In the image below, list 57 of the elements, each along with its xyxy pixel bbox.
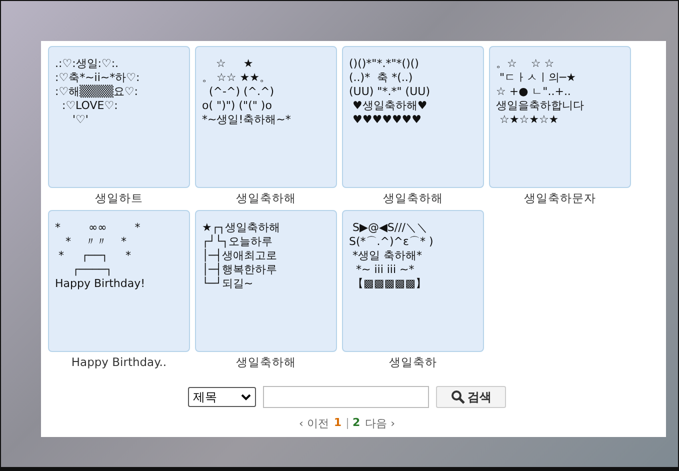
text-art-line: ☆★☆★☆★ [498, 113, 560, 127]
text-art-line: 생일을축하합니다 [496, 99, 585, 113]
text-art-card[interactable]: * ∞∞ * * 〃〃 * * ┌──┐ * ┌────┐ Happy Birthday! [48, 210, 190, 352]
text-art-line: └─┘되길~ [202, 277, 254, 291]
text-art-line: *~ iii iii ~* [354, 263, 416, 277]
text-art-card[interactable]: ☆ ★ 。 ☆☆ ★★。 (^-^) (^.^) o( ")") ("(" )o *~생일!축하해~* [195, 46, 337, 188]
text-art-card[interactable]: ★┌┐생일축하해 ┌┘└┐오늘하루 │─┤생애최고로 │─┤행복한하루 └─┘되길~ [195, 210, 337, 352]
card-caption[interactable]: 생일축하해 [383, 191, 443, 206]
card-caption[interactable]: 생일축하 [389, 355, 437, 370]
text-art-line: ☆ +● ㄴ"..+.. [496, 85, 572, 99]
next-link[interactable]: 다음 › [365, 416, 396, 431]
text-art-line: :♡해▒▒▒▒요♡: [55, 85, 139, 99]
search-input[interactable] [263, 386, 429, 408]
card-caption[interactable]: 생일하트 [95, 191, 143, 206]
text-art-line: '♡' [71, 113, 90, 127]
text-art-card[interactable]: .:♡:생일:♡:. :♡축*~ii~*하♡: :♡해▒▒▒▒요♡: :♡LOVE♡: '♡' [48, 46, 190, 188]
text-art-line: (UU) "*.*" (UU) [349, 85, 431, 99]
text-art-line: │─┤행복한하루 [202, 263, 278, 276]
text-art-line: ()()*"*.*"*()() [349, 57, 420, 71]
search-icon [450, 390, 464, 404]
text-art-line: :♡LOVE♡: [60, 99, 119, 113]
search-button[interactable]: 검색 [436, 386, 506, 408]
previous-link[interactable]: ‹ 이전 [298, 416, 329, 431]
text-art-line: "ㄷㅏㅅㅣ의─★ [498, 71, 578, 85]
text-art-line: Happy Birthday! [55, 277, 146, 291]
text-art-line: 。☆ ☆ ☆ [496, 57, 556, 71]
text-art-line: * ┌──┐ * [57, 249, 132, 263]
text-art-line: 【▩▩▩▩▩】 [351, 277, 428, 291]
text-art-line: (^-^) (^.^) [208, 85, 275, 99]
card-caption[interactable]: 생일축하해 [236, 191, 296, 206]
card-caption[interactable]: 생일축하해 [236, 355, 296, 370]
text-art-line: ☆ ★ [214, 57, 254, 71]
text-art-line: ┌────┐ [71, 263, 114, 277]
text-art-line: *생일 축하해* [351, 249, 423, 263]
search-field-select[interactable]: 제목 [188, 387, 256, 407]
text-art-line: * 〃〃 * [64, 235, 128, 249]
text-art-line: * ∞∞ * [55, 221, 142, 235]
text-art-line: *~생일!축하해~* [202, 113, 292, 127]
text-art-card[interactable]: 。☆ ☆ ☆ "ㄷㅏㅅㅣ의─★ ☆ +● ㄴ"..+.. 생일을축하합니다 ☆★☆★☆★ [489, 46, 631, 188]
text-art-line: ★┌┐생일축하해 [202, 221, 282, 234]
text-art-line: 。 ☆☆ ★★。 [202, 71, 272, 85]
text-art-line: S(*⌒.^)^ε⌒* ) [349, 235, 434, 249]
page-link[interactable]: 2 [352, 416, 360, 431]
card-caption[interactable]: 생일축하문자 [524, 191, 596, 206]
text-art-line: o( ")") ("(" )o [202, 99, 273, 113]
text-art-line: ♥생일축하해♥ [351, 99, 428, 113]
chevron-icon [241, 394, 251, 400]
text-art-line: S▶@◀S///＼＼ [351, 221, 428, 235]
text-art-card[interactable]: S▶@◀S///＼＼ S(*⌒.^)^ε⌒* ) *생일 축하해* *~ iii iii ~* 【▩▩▩▩▩】 [342, 210, 484, 352]
text-art-card[interactable]: ()()*"*.*"*()() (..)* 축 *(..) (UU) "*.*" (UU) ♥생일축하해♥ ♥♥♥♥♥♥♥ [342, 46, 484, 188]
card-caption[interactable]: Happy Birthday.. [71, 355, 167, 370]
text-art-line: :♡축*~ii~*하♡: [55, 71, 141, 84]
text-art-line: .:♡:생일:♡:. [55, 57, 120, 71]
text-art-line: ♥♥♥♥♥♥♥ [351, 113, 423, 127]
text-art-line: ┌┘└┐오늘하루 [202, 235, 274, 248]
text-art-line: (..)* 축 *(..) [349, 71, 414, 85]
text-art-line: │─┤생애최고로 [202, 249, 278, 262]
